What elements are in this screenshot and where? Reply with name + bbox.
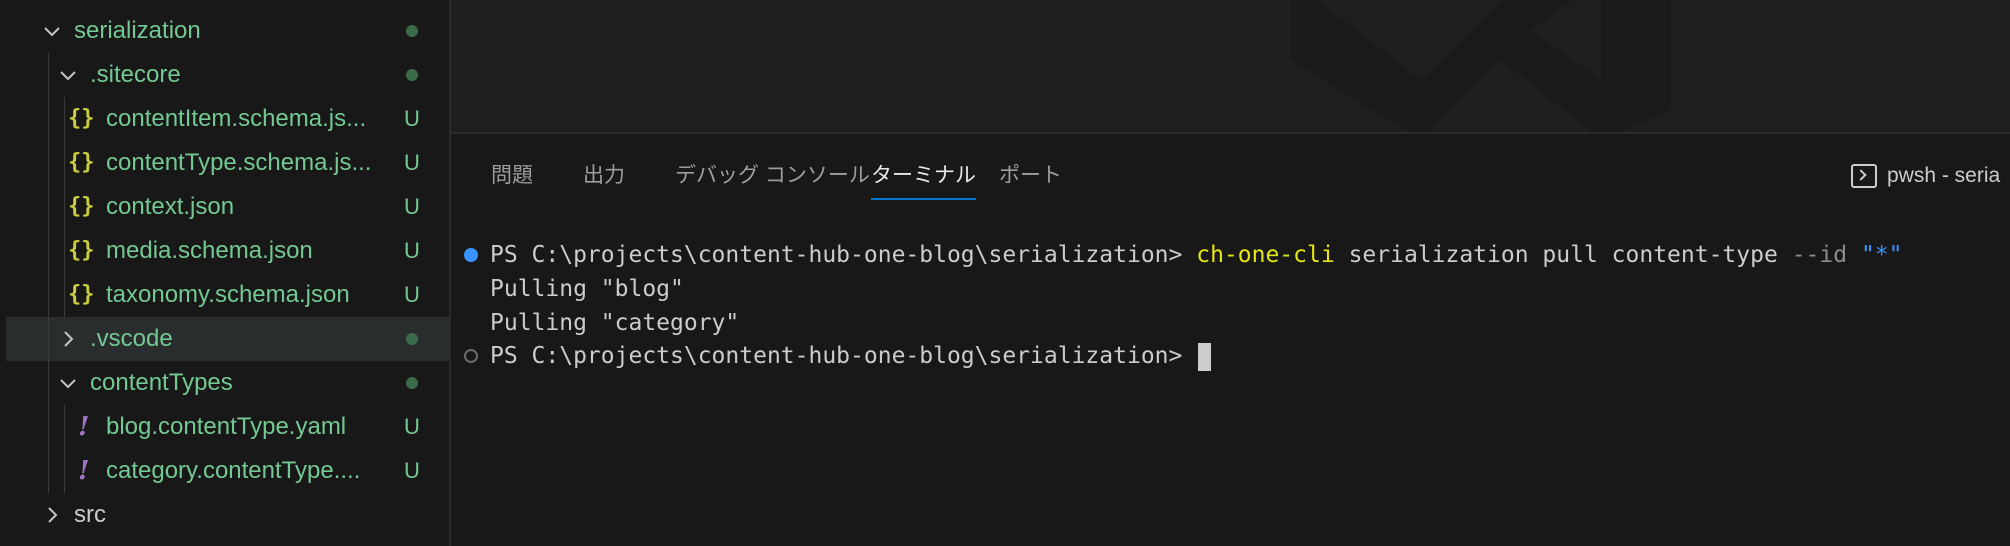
json-file-icon: {} <box>68 150 95 175</box>
editor-area <box>451 0 2010 134</box>
tree-item-src[interactable]: src <box>6 493 449 537</box>
tree-item-label: serialization <box>74 17 201 44</box>
git-modified-dot <box>406 25 418 37</box>
tree-item-file[interactable]: ! blog.contentType.yaml U <box>6 405 449 449</box>
tab-terminal[interactable]: ターミナル <box>871 156 976 200</box>
indent-guide <box>48 141 49 185</box>
terminal-prompt: PS C:\projects\content-hub-one-blog\seri… <box>490 343 1183 369</box>
tree-item-label: .vscode <box>90 325 173 352</box>
chevron-right-icon[interactable] <box>40 503 64 527</box>
command-pending-decoration[interactable] <box>464 349 478 363</box>
vscode-logo-watermark <box>1291 0 1671 132</box>
tab-output[interactable]: 出力 <box>583 156 625 196</box>
indent-guide <box>48 405 49 449</box>
terminal-prompt-line: PS C:\projects\content-hub-one-blog\seri… <box>490 339 1212 373</box>
json-file-icon: {} <box>68 194 95 219</box>
tree-item-contenttypes[interactable]: contentTypes <box>6 361 449 405</box>
git-untracked-badge: U <box>404 238 420 263</box>
active-tab-indicator <box>871 198 976 200</box>
terminal-selector[interactable]: pwsh - seria <box>1851 156 2000 196</box>
terminal-command-line: PS C:\projects\content-hub-one-blog\seri… <box>490 238 1902 272</box>
tree-item-file[interactable]: {} context.json U <box>6 185 449 229</box>
git-modified-dot <box>406 333 418 345</box>
tree-item-label: src <box>74 501 106 528</box>
tree-item-vscode[interactable]: .vscode <box>6 317 449 361</box>
indent-guide <box>64 449 65 493</box>
json-file-icon: {} <box>68 238 95 263</box>
git-modified-dot <box>406 377 418 389</box>
tree-item-file[interactable]: {} contentItem.schema.js... U <box>6 97 449 141</box>
json-file-icon: {} <box>68 106 95 131</box>
git-untracked-badge: U <box>404 282 420 307</box>
git-untracked-badge: U <box>404 194 420 219</box>
tree-item-label: contentTypes <box>90 369 233 396</box>
terminal-selector-label: pwsh - seria <box>1887 164 2001 187</box>
terminal-output-line: Pulling "category" <box>490 310 740 336</box>
git-untracked-badge: U <box>404 150 420 175</box>
tree-item-label: context.json <box>106 193 235 220</box>
explorer-sidebar: serialization .sitecore {} contentItem.s… <box>0 0 451 546</box>
yaml-file-icon: ! <box>78 456 90 486</box>
tab-problems[interactable]: 問題 <box>491 156 533 196</box>
tree-item-label: media.schema.json <box>106 237 313 264</box>
git-untracked-badge: U <box>404 106 420 131</box>
tree-item-label: contentType.schema.js... <box>106 149 372 176</box>
tree-item-serialization[interactable]: serialization <box>6 9 449 53</box>
terminal-cursor <box>1198 342 1212 371</box>
tree-item-label: blog.contentType.yaml <box>106 413 347 440</box>
indent-guide <box>48 229 49 273</box>
command-flag: --id <box>1791 242 1848 268</box>
tree-item-label: category.contentType.... <box>106 457 361 484</box>
indent-guide <box>48 361 49 405</box>
indent-guide <box>48 53 49 97</box>
vscode-window: serialization .sitecore {} contentItem.s… <box>0 0 2010 546</box>
json-file-icon: {} <box>68 282 95 307</box>
indent-guide <box>64 273 65 317</box>
tree-item-label: .sitecore <box>90 61 181 88</box>
command-args: serialization pull content-type <box>1348 242 1778 268</box>
indent-guide <box>48 273 49 317</box>
tree-item-file[interactable]: {} contentType.schema.js... U <box>6 141 449 185</box>
terminal-prompt: PS C:\projects\content-hub-one-blog\seri… <box>490 242 1183 268</box>
command-value: "*" <box>1860 242 1903 268</box>
tree-item-sitecore[interactable]: .sitecore <box>6 53 449 97</box>
git-untracked-badge: U <box>404 414 420 439</box>
bottom-panel: 問題 出力 デバッグ コンソール ターミナル ポート pwsh - seria … <box>451 134 2010 546</box>
tree-item-label: contentItem.schema.js... <box>106 105 367 132</box>
chevron-down-icon[interactable] <box>56 371 80 395</box>
indent-guide <box>48 185 49 229</box>
command-program: ch-one-cli <box>1196 242 1335 268</box>
chevron-down-icon[interactable] <box>56 63 80 87</box>
terminal-output-line: Pulling "blog" <box>490 276 684 302</box>
tab-terminal-label: ターミナル <box>871 164 976 187</box>
command-success-decoration[interactable] <box>464 248 478 262</box>
indent-guide <box>64 97 65 141</box>
git-untracked-badge: U <box>404 458 420 483</box>
tree-item-file[interactable]: {} media.schema.json U <box>6 229 449 273</box>
terminal-icon <box>1851 164 1877 188</box>
tree-item-label: taxonomy.schema.json <box>106 281 350 308</box>
chevron-right-icon[interactable] <box>56 327 80 351</box>
tree-item-file[interactable]: {} taxonomy.schema.json U <box>6 273 449 317</box>
indent-guide <box>48 97 49 141</box>
chevron-down-icon[interactable] <box>40 19 64 43</box>
tab-ports[interactable]: ポート <box>999 156 1062 196</box>
indent-guide <box>64 229 65 273</box>
tab-debug-console[interactable]: デバッグ コンソール <box>675 156 870 196</box>
indent-guide <box>64 141 65 185</box>
indent-guide <box>48 449 49 493</box>
git-modified-dot <box>406 69 418 81</box>
tree-item-file[interactable]: ! category.contentType.... U <box>6 449 449 493</box>
indent-guide <box>64 185 65 229</box>
indent-guide <box>48 317 49 361</box>
indent-guide <box>64 405 65 449</box>
yaml-file-icon: ! <box>78 412 90 442</box>
